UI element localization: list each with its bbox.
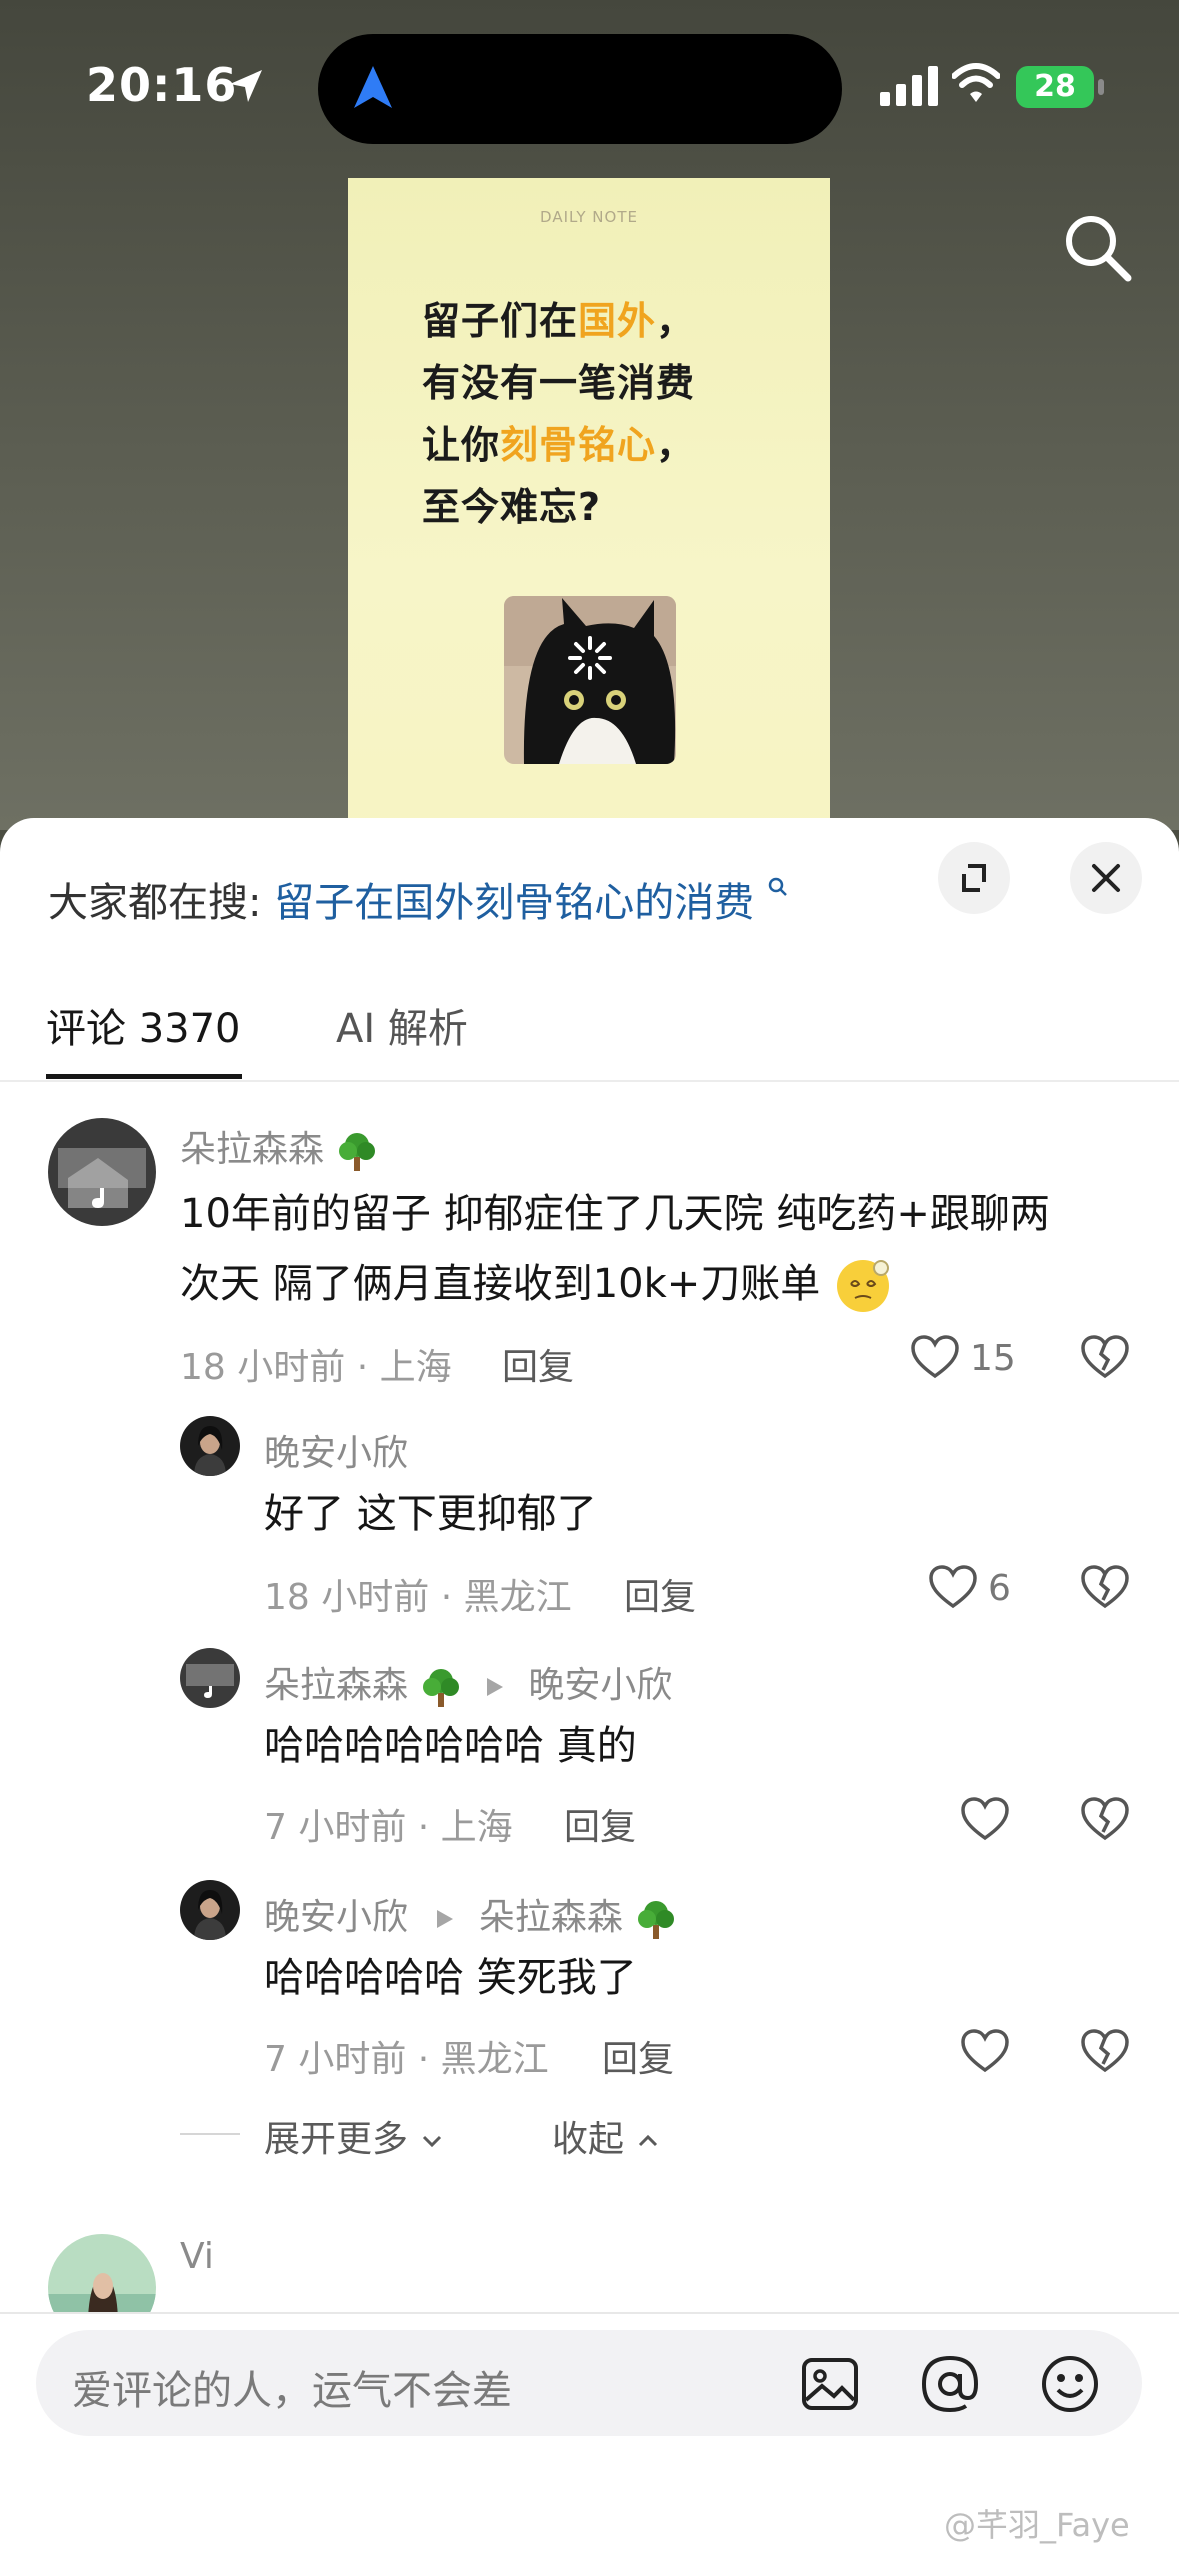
tree-emoji-icon: [638, 1901, 675, 1939]
reply-username[interactable]: 朵拉森森 晚安小欣: [264, 1656, 672, 1709]
like-count: 15: [970, 1338, 1016, 1379]
collapse-button[interactable]: 收起: [552, 2110, 661, 2162]
battery-indicator: 28: [1016, 66, 1094, 108]
note-tag: DAILY NOTE: [540, 208, 638, 226]
status-bar: 20:16 28: [0, 0, 1179, 170]
expand-button[interactable]: [938, 842, 1010, 914]
reply-to-arrow-icon: [486, 1678, 503, 1696]
dizzy-face-emoji-icon: [837, 1260, 890, 1312]
note-line-4: 至今难忘?: [422, 485, 602, 529]
note-line-2: 有没有一笔消费: [422, 361, 696, 405]
emoji-icon[interactable]: [1038, 2352, 1102, 2416]
mention-icon[interactable]: [918, 2352, 982, 2416]
wifi-icon: [952, 63, 1000, 102]
reply-button[interactable]: 回复: [502, 1338, 574, 1390]
dynamic-island: [318, 34, 842, 144]
expand-divider-line: [180, 2133, 240, 2135]
tab-comments[interactable]: 评论 3370: [46, 996, 241, 1054]
tree-emoji-icon: [339, 1133, 376, 1171]
video-note-card[interactable]: DAILY NOTE 留子们在国外， 有没有一笔消费 让你刻骨铭心， 至今难忘?: [348, 178, 830, 838]
close-button[interactable]: [1070, 842, 1142, 914]
comment-meta: 18 小时前 · 上海: [180, 1347, 452, 1388]
avatar[interactable]: [48, 1118, 156, 1226]
search-small-icon: [768, 877, 787, 896]
comment-username[interactable]: Vi: [180, 2236, 214, 2277]
expand-icon: [962, 864, 986, 892]
broken-heart-icon[interactable]: [1080, 1334, 1130, 1380]
reply-username[interactable]: 晚安小欣 朵拉森森: [264, 1888, 678, 1941]
navigation-arrow-icon: [354, 66, 392, 108]
reply-button[interactable]: 回复: [602, 2030, 674, 2082]
reply-meta: 7 小时前 · 黑龙江: [264, 2039, 549, 2080]
reply-button[interactable]: 回复: [564, 1798, 636, 1850]
comment-text-line-2: 次天 隔了俩月直接收到10k+刀账单: [180, 1256, 893, 1316]
comment-input-placeholder: 爱评论的人，运气不会差: [72, 2368, 512, 2414]
cellular-signal-icon: [880, 66, 938, 106]
comment-username[interactable]: 朵拉森森: [180, 1120, 379, 1173]
hot-search-prefix: 大家都在搜:: [48, 880, 262, 926]
note-line-3: 让你刻骨铭心，: [422, 423, 696, 467]
comment-text-line-1: 10年前的留子 抑郁症住了几天院 纯吃药+跟聊两: [180, 1191, 1050, 1237]
search-icon[interactable]: [1058, 208, 1138, 288]
tab-ai-analysis[interactable]: AI 解析: [336, 996, 468, 1054]
reply-avatar[interactable]: [180, 1416, 240, 1476]
reply-text: 好了 这下更抑郁了: [264, 1491, 597, 1537]
watermark: @芊羽_Faye: [944, 2506, 1130, 2544]
reply-avatar[interactable]: [180, 1648, 240, 1708]
battery-cap: [1098, 79, 1104, 95]
heart-icon[interactable]: [928, 1564, 978, 1610]
reply-text: 哈哈哈哈哈 笑死我了: [264, 1955, 637, 2001]
tree-emoji-icon: [423, 1669, 460, 1707]
location-arrow-icon: [230, 70, 262, 102]
status-time: 20:16: [86, 58, 238, 112]
chevron-up-icon: [639, 2134, 658, 2147]
cat-photo: [504, 596, 676, 764]
tab-divider: [0, 1080, 1179, 1082]
reply-to-arrow-icon: [437, 1910, 454, 1928]
heart-icon[interactable]: [910, 1334, 960, 1380]
heart-icon[interactable]: [960, 2028, 1010, 2074]
chevron-down-icon: [423, 2135, 442, 2148]
battery-level: 28: [1034, 69, 1076, 104]
broken-heart-icon[interactable]: [1080, 1796, 1130, 1842]
note-line-1: 留子们在国外，: [422, 299, 696, 343]
reply-meta: 7 小时前 · 上海: [264, 1807, 513, 1848]
image-picker-icon[interactable]: [798, 2352, 862, 2416]
broken-heart-icon[interactable]: [1080, 1564, 1130, 1610]
hot-search-bar[interactable]: 大家都在搜: 留子在国外刻骨铭心的消费: [48, 870, 789, 928]
reply-text: 哈哈哈哈哈哈哈 真的: [264, 1723, 637, 1769]
close-icon: [1092, 864, 1120, 892]
reply-meta: 18 小时前 · 黑龙江: [264, 1577, 572, 1618]
reply-username[interactable]: 晚安小欣: [264, 1424, 408, 1476]
broken-heart-icon[interactable]: [1080, 2028, 1130, 2074]
reply-button[interactable]: 回复: [624, 1568, 696, 1620]
like-count: 6: [988, 1568, 1011, 1609]
heart-icon[interactable]: [960, 1796, 1010, 1842]
active-tab-indicator: [46, 1074, 242, 1079]
reply-avatar[interactable]: [180, 1880, 240, 1940]
expand-more-button[interactable]: 展开更多: [264, 2110, 445, 2162]
hot-search-query-link[interactable]: 留子在国外刻骨铭心的消费: [274, 880, 754, 926]
